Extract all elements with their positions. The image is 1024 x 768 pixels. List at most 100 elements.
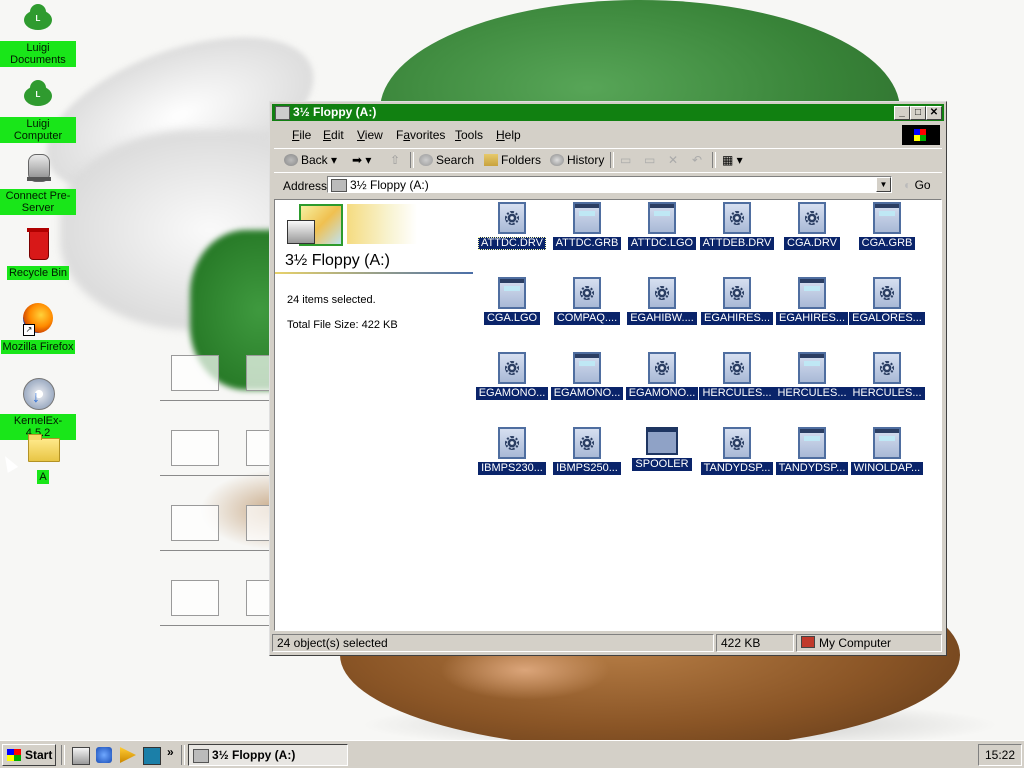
shortcut-arrow-icon: ↗: [23, 324, 35, 336]
system-file-icon: [798, 352, 826, 384]
file-name: COMPAQ....: [553, 312, 621, 325]
file-item[interactable]: COMPAQ....: [549, 277, 625, 328]
up-folder-icon[interactable]: ⇧: [390, 153, 400, 167]
menu-tools[interactable]: Tools: [455, 128, 483, 142]
file-item[interactable]: EGAHIRES...: [774, 277, 850, 328]
file-item[interactable]: HERCULES...: [699, 352, 775, 403]
media-player-icon[interactable]: [120, 747, 136, 763]
go-button[interactable]: ◐ Go: [904, 178, 931, 192]
address-dropdown-button[interactable]: ▼: [876, 177, 891, 192]
quick-launch-more-button[interactable]: »: [167, 745, 174, 759]
file-item[interactable]: ATTDC.GRB: [549, 202, 625, 253]
file-item[interactable]: EGAMONO...: [624, 352, 700, 403]
selection-count: 24 items selected.: [287, 294, 376, 306]
file-item[interactable]: EGALORES...: [849, 277, 925, 328]
show-desktop-icon[interactable]: [72, 747, 90, 765]
back-button[interactable]: Back ▾: [284, 153, 337, 167]
wallpaper-line: [160, 475, 270, 476]
file-item[interactable]: IBMPS250...: [549, 427, 625, 478]
file-name: EGAHIRES...: [700, 312, 774, 325]
menu-file[interactable]: File: [292, 128, 311, 142]
maximize-button[interactable]: □: [910, 106, 926, 120]
driver-file-icon: [573, 427, 601, 459]
internet-explorer-icon[interactable]: [96, 747, 112, 763]
address-input[interactable]: 3½ Floppy (A:) ▼: [327, 176, 892, 193]
folder-icon: [25, 432, 61, 466]
search-button[interactable]: Search: [419, 153, 474, 167]
file-item[interactable]: EGAMONO...: [474, 352, 550, 403]
file-item[interactable]: WINOLDAP...: [849, 427, 925, 478]
address-bar: Address 3½ Floppy (A:) ▼ ◐ Go: [274, 172, 942, 197]
close-button[interactable]: ✕: [926, 106, 942, 120]
outlook-express-icon[interactable]: [143, 747, 161, 765]
desktop-icon-luigi-documents[interactable]: L Luigi Documents: [0, 4, 76, 67]
driver-file-icon: [723, 352, 751, 384]
file-name: ATTDEB.DRV: [699, 237, 775, 250]
desktop-icon-mozilla-firefox[interactable]: ↗ Mozilla Firefox: [0, 302, 76, 354]
menu-bar: File Edit View Favorites Tools Help: [274, 124, 942, 146]
file-name: CGA.LGO: [483, 312, 541, 325]
file-name: CGA.GRB: [858, 237, 916, 250]
file-item[interactable]: SPOOLER: [624, 427, 700, 474]
file-item[interactable]: EGAHIBW....: [624, 277, 700, 328]
file-item[interactable]: CGA.DRV: [774, 202, 850, 253]
file-item[interactable]: HERCULES...: [774, 352, 850, 403]
undo-icon[interactable]: ↶: [692, 153, 702, 167]
file-item[interactable]: EGAHIRES...: [699, 277, 775, 328]
minimize-button[interactable]: _: [894, 106, 910, 120]
driver-file-icon: [573, 277, 601, 309]
file-item[interactable]: TANDYDSP...: [699, 427, 775, 478]
history-button[interactable]: History: [550, 153, 604, 167]
windows-logo-icon: [902, 125, 940, 145]
menu-edit[interactable]: Edit: [323, 128, 344, 142]
file-item[interactable]: ATTDC.LGO: [624, 202, 700, 253]
taskbar: Start » 3½ Floppy (A:) 15:22: [0, 740, 1024, 768]
system-file-icon: [573, 202, 601, 234]
folders-button[interactable]: Folders: [484, 153, 541, 167]
file-item[interactable]: CGA.LGO: [474, 277, 550, 328]
panel-title: 3½ Floppy (A:): [285, 252, 390, 269]
desktop-icon-label: Recycle Bin: [6, 266, 70, 280]
copy-to-icon[interactable]: ▭: [644, 153, 655, 167]
folder-content[interactable]: 3½ Floppy (A:) 24 items selected. Total …: [274, 199, 942, 631]
recycle-bin-icon: [20, 228, 56, 262]
desktop-icon-connect-pre-server[interactable]: Connect Pre-Server: [0, 152, 76, 215]
driver-file-icon: [873, 277, 901, 309]
explorer-window[interactable]: 3½ Floppy (A:) _ □ ✕ File Edit View Favo…: [269, 101, 947, 656]
file-name: WINOLDAP...: [850, 462, 924, 475]
go-arrow-icon: ◐: [904, 178, 912, 192]
file-item[interactable]: ATTDC.DRV: [474, 202, 550, 253]
file-item[interactable]: ATTDEB.DRV: [699, 202, 775, 253]
forward-button[interactable]: ➡ ▾: [352, 153, 371, 167]
status-bar: 24 object(s) selected 422 KB My Computer: [272, 633, 944, 653]
desktop-icon-luigi-computer[interactable]: L Luigi Computer: [0, 80, 76, 143]
menu-favorites[interactable]: Favorites: [396, 128, 445, 142]
luigi-cloud-icon: L: [20, 80, 56, 114]
desktop-icon-recycle-bin[interactable]: Recycle Bin: [0, 228, 76, 280]
taskbar-button-floppy[interactable]: 3½ Floppy (A:): [188, 744, 348, 766]
system-tray-clock[interactable]: 15:22: [978, 744, 1022, 766]
driver-file-icon: [498, 427, 526, 459]
views-button[interactable]: ▦ ▾: [722, 153, 743, 167]
window-titlebar[interactable]: 3½ Floppy (A:) _ □ ✕: [272, 104, 944, 121]
start-button[interactable]: Start: [2, 744, 56, 766]
desktop-icon-folder-a[interactable]: A: [5, 432, 81, 484]
menu-view[interactable]: View: [357, 128, 383, 142]
move-to-icon[interactable]: ▭: [620, 153, 631, 167]
history-icon: [550, 154, 564, 166]
file-item[interactable]: IBMPS230...: [474, 427, 550, 478]
desktop-icon-kernelex[interactable]: KernelEx-4.5.2: [0, 377, 76, 440]
wallpaper-line: [160, 400, 270, 401]
file-item[interactable]: HERCULES...: [849, 352, 925, 403]
menu-help[interactable]: Help: [496, 128, 521, 142]
delete-icon[interactable]: ✕: [668, 153, 678, 167]
system-file-icon: [873, 202, 901, 234]
floppy-drive-icon: [275, 106, 290, 120]
panel-divider: [275, 272, 473, 274]
file-item[interactable]: CGA.GRB: [849, 202, 925, 253]
file-item[interactable]: EGAMONO...: [549, 352, 625, 403]
file-item[interactable]: TANDYDSP...: [774, 427, 850, 478]
taskbar-divider: [61, 745, 65, 765]
system-file-icon: [798, 277, 826, 309]
total-file-size: Total File Size: 422 KB: [287, 319, 398, 331]
